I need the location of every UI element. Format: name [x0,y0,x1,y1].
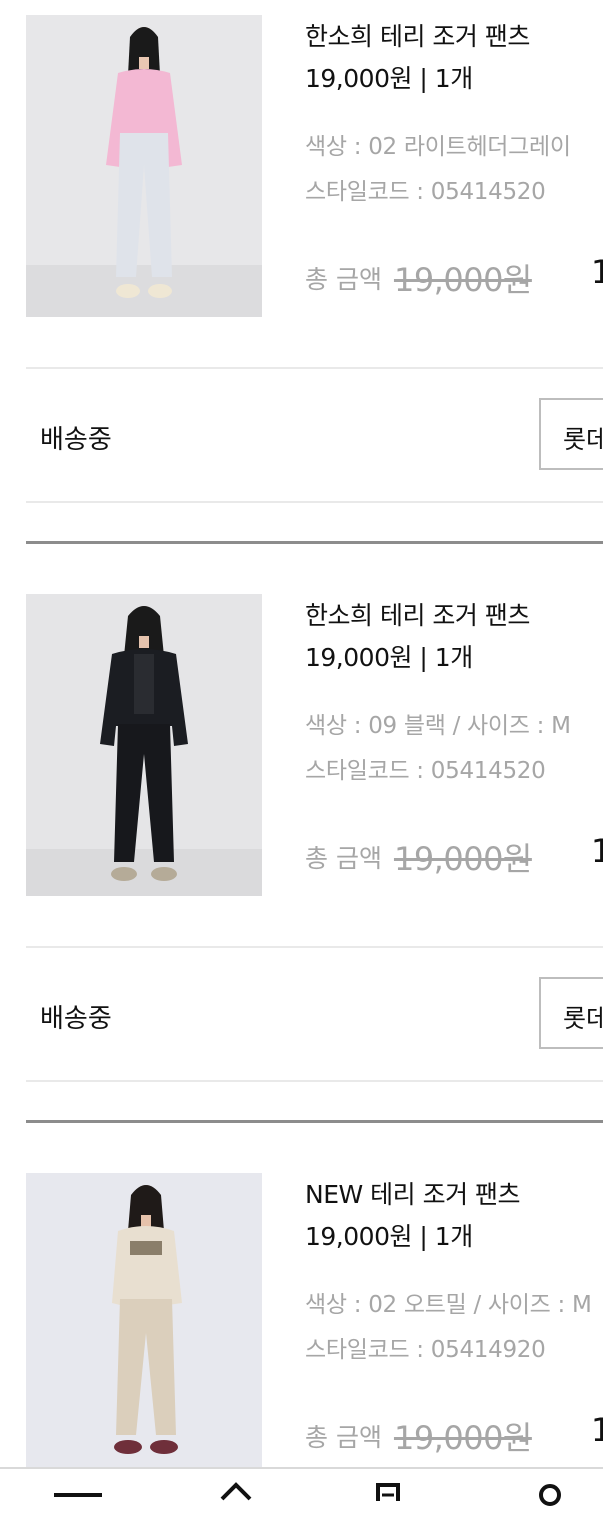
final-price: 1 [591,253,603,291]
nav-home[interactable] [206,1477,266,1520]
order-separator [26,1120,603,1123]
original-price: 19,000원 [393,261,532,299]
delivery-status: 배송중 [40,1004,112,1034]
product-name[interactable]: NEW 테리 조거 팬츠 [305,1175,521,1211]
my-page-icon [539,1484,561,1506]
carrier-tracking-button[interactable]: 롯데택배 [539,977,603,1049]
final-price: 1 [591,1411,603,1449]
product-image[interactable] [26,1173,262,1475]
order-list-icon [376,1483,400,1501]
original-price: 19,000원 [393,840,532,878]
color-option: 색상 : 02 라이트헤더그레이 [305,134,571,160]
carrier-tracking-button[interactable]: 롯데택배 [539,398,603,470]
price-quantity: 19,000원 | 1개 [305,1222,473,1251]
divider [26,367,603,369]
menu-icon [54,1493,102,1497]
nav-orders[interactable] [358,1477,418,1520]
product-image[interactable] [26,15,262,317]
original-price: 19,000원 [393,1419,532,1457]
nav-menu[interactable] [48,1477,108,1520]
product-name[interactable]: 한소희 테리 조거 팬츠 [305,17,530,53]
price-quantity: 19,000원 | 1개 [305,643,473,672]
product-image[interactable] [26,594,262,896]
style-code: 스타일코드 : 05414520 [305,758,546,784]
color-option: 색상 : 09 블랙 / 사이즈 : M [305,713,571,739]
order-separator [26,541,603,544]
bottom-navigation [0,1467,603,1520]
total-amount: 총 금액 19,000원 1 [305,832,603,880]
divider [26,946,603,948]
total-amount: 총 금액 19,000원 1 [305,253,603,301]
total-label: 총 금액 [305,265,382,294]
home-icon [220,1482,252,1501]
product-name[interactable]: 한소희 테리 조거 팬츠 [305,596,530,632]
divider [26,501,603,503]
nav-my-page[interactable] [520,1477,580,1520]
price-quantity: 19,000원 | 1개 [305,64,473,93]
total-label: 총 금액 [305,1423,382,1452]
total-amount: 총 금액 19,000원 1 [305,1411,603,1459]
total-label: 총 금액 [305,844,382,873]
color-option: 색상 : 02 오트밀 / 사이즈 : M [305,1292,592,1318]
final-price: 1 [591,832,603,870]
style-code: 스타일코드 : 05414920 [305,1337,546,1363]
divider [26,1080,603,1082]
delivery-status: 배송중 [40,425,112,455]
style-code: 스타일코드 : 05414520 [305,179,546,205]
